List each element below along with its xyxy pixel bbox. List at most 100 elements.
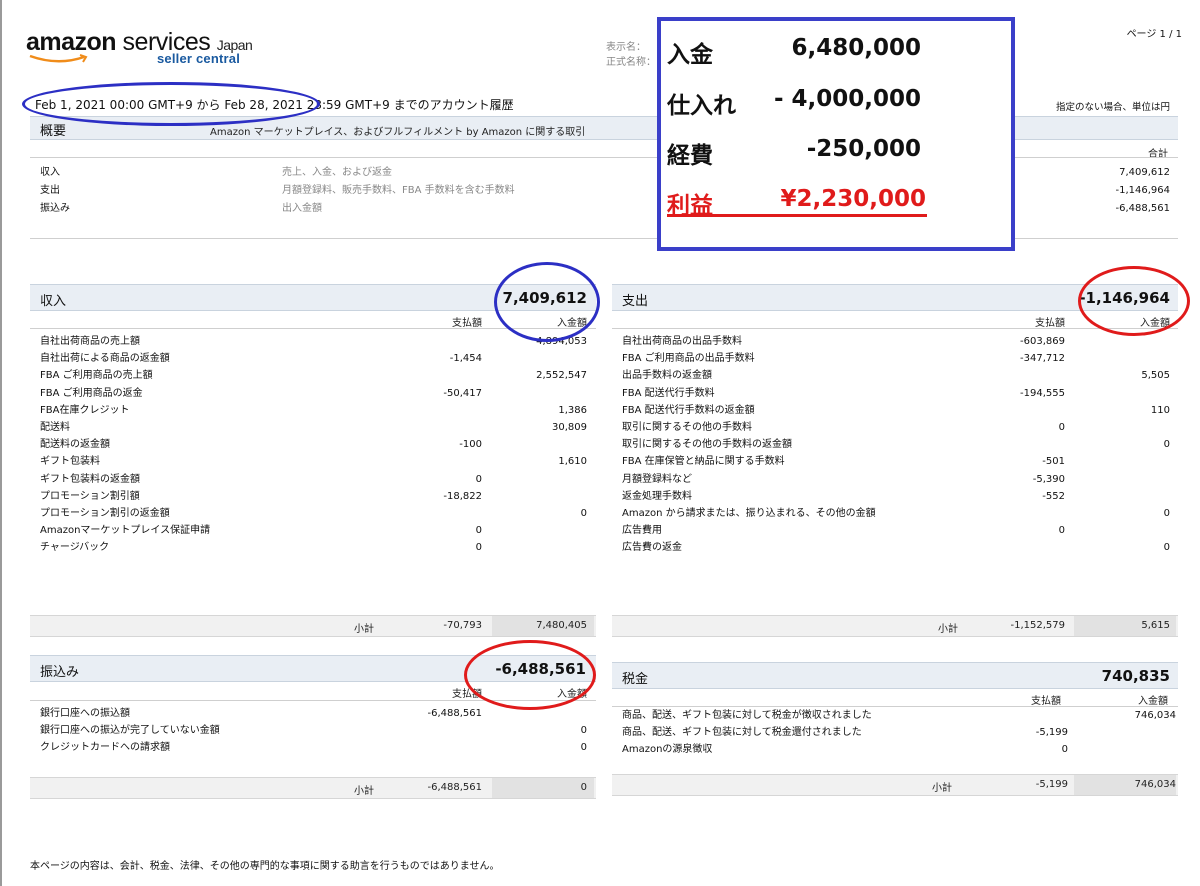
expense-row-label: 自社出荷商品の出品手数料	[622, 336, 742, 347]
income-row: Amazonマーケットプレイス保証申請 0	[40, 522, 587, 539]
expense-row-label: 取引に関するその他の手数料の返金額	[622, 439, 792, 451]
income-row-received: 30,809	[552, 422, 587, 433]
summary-deposit-value: 6,480,000	[791, 35, 922, 61]
tax-row-received: 746,034	[1134, 710, 1176, 721]
tax-row-label: 商品、配送、ギフト包装に対して税金が徴収されました	[622, 710, 872, 721]
income-row-label: ギフト包装料の返金額	[40, 473, 140, 485]
income-row-paid: -1,454	[449, 353, 482, 365]
summary-purchase-value: - 4,000,000	[773, 86, 921, 112]
expense-row-paid: 0	[1058, 422, 1065, 433]
overview-subtitle: Amazon マーケットプレイス、およびフルフィルメント by Amazon に…	[210, 127, 586, 138]
tax-row-label: Amazonの源泉徴収	[622, 744, 713, 756]
income-row-received: 1,386	[558, 404, 587, 416]
expense-row: 取引に関するその他の手数料 0	[622, 419, 1170, 436]
income-row: ギフト包装料の返金額 0	[40, 471, 587, 488]
transfer-row-label: クレジットカードへの請求額	[40, 742, 170, 754]
expense-row-label: FBA ご利用商品の出品手数料	[622, 353, 755, 365]
expense-row-label: FBA 配送代行手数料の返金額	[622, 404, 755, 416]
income-row: FBA ご利用商品の売上額 2,552,547	[40, 367, 587, 384]
income-row: 自社出荷による商品の返金額 -1,454	[40, 350, 587, 367]
income-row-paid: 0	[475, 473, 482, 485]
transfer-row: 銀行口座への振込が完了していない金額 0	[40, 722, 587, 739]
expense-row: 自社出荷商品の出品手数料 -603,869	[622, 333, 1170, 350]
income-row: チャージバック 0	[40, 539, 587, 556]
expense-row: FBA 配送代行手数料の返金額 110	[622, 402, 1170, 419]
expense-row-received: 0	[1163, 508, 1170, 519]
income-subtotal-received: 7,480,405	[536, 620, 587, 631]
expense-col-received: 入金額	[1140, 318, 1170, 329]
income-row: 配送料の返金額 -100	[40, 436, 587, 453]
income-row-paid: -50,417	[443, 387, 482, 399]
income-subtotal-paid: -70,793	[443, 620, 482, 631]
expense-subtotal-label: 小計	[938, 624, 958, 635]
expense-row: 取引に関するその他の手数料の返金額 0	[622, 436, 1170, 453]
summary-purchase-label: 仕入れ	[667, 93, 736, 119]
transfer-total: -6,488,561	[495, 660, 586, 678]
display-name-label: 表示名：	[606, 42, 646, 53]
income-col-received: 入金額	[557, 318, 587, 329]
expense-row-label: 返金処理手数料	[622, 490, 692, 502]
summary-expense-value: -250,000	[806, 136, 921, 162]
expense-row-paid: -603,869	[1020, 336, 1065, 347]
income-subtotal-label: 小計	[354, 624, 374, 635]
expense-title: 支出	[622, 294, 649, 309]
expense-row-paid: -501	[1042, 456, 1065, 468]
income-row-paid: 0	[475, 542, 482, 554]
expense-row-label: 出品手数料の返金額	[622, 370, 712, 382]
income-row: FBA ご利用商品の返金 -50,417	[40, 385, 587, 402]
tax-subtotal-received: 746,034	[1134, 779, 1176, 790]
income-row-received: 0	[580, 508, 587, 519]
income-row-paid: -100	[459, 439, 482, 451]
expense-row: 返金処理手数料 -552	[622, 488, 1170, 505]
expense-total: -1,146,964	[1079, 289, 1170, 307]
expense-row: 広告費用 0	[622, 522, 1170, 539]
transfer-subtotal-received: 0	[580, 782, 587, 793]
summary-deposit-label: 入金	[667, 42, 713, 68]
statement-page: amazon services Japan seller central 表示名…	[0, 0, 1200, 886]
summary-profit-value: ¥2,230,000	[780, 186, 926, 212]
income-row: プロモーション割引額 -18,822	[40, 488, 587, 505]
expense-subtotal-received: 5,615	[1141, 620, 1170, 631]
transfer-row-received: 0	[580, 725, 587, 737]
amazon-services-logo: amazon services Japan seller central	[26, 28, 253, 66]
income-row-received: 2,552,547	[536, 370, 587, 382]
income-row: FBA在庫クレジット 1,386	[40, 402, 587, 419]
income-row-label: 自社出荷商品の売上額	[40, 336, 140, 347]
expense-row: FBA 配送代行手数料 -194,555	[622, 385, 1170, 402]
income-title: 収入	[40, 294, 67, 309]
income-row-label: ギフト包装料	[40, 456, 100, 468]
transfer-col-received: 入金額	[557, 689, 587, 700]
income-row-label: FBA ご利用商品の返金	[40, 387, 143, 399]
statement-period: Feb 1, 2021 00:00 GMT+9 から Feb 28, 2021 …	[35, 98, 514, 112]
expense-row: 月額登録料など -5,390	[622, 471, 1170, 488]
income-row-paid: -18,822	[443, 490, 482, 502]
income-row-label: FBA ご利用商品の売上額	[40, 370, 153, 382]
expense-row: FBA ご利用商品の出品手数料 -347,712	[622, 350, 1170, 367]
tax-row-paid: -5,199	[1035, 727, 1068, 739]
income-total: 7,409,612	[502, 289, 587, 307]
expense-row-received: 0	[1163, 439, 1170, 451]
tax-subtotal-label: 小計	[932, 783, 952, 794]
expense-row: 出品手数料の返金額 5,505	[622, 367, 1170, 384]
expense-row-received: 110	[1150, 404, 1170, 416]
income-row-label: Amazonマーケットプレイス保証申請	[40, 525, 211, 537]
tax-subtotal-paid: -5,199	[1035, 779, 1068, 790]
expense-row-paid: -347,712	[1020, 353, 1065, 365]
overview-title: 概要	[40, 124, 67, 139]
page-indicator: ページ 1 / 1	[1126, 29, 1182, 40]
profit-summary-box: 入金 6,480,000 仕入れ - 4,000,000 経費 -250,000…	[657, 17, 1015, 251]
transfer-row-received: 0	[580, 742, 587, 754]
income-row-label: 配送料の返金額	[40, 439, 110, 451]
expense-row-label: 取引に関するその他の手数料	[622, 422, 752, 433]
income-row: 自社出荷商品の売上額 4,894,053	[40, 333, 587, 350]
expense-row-label: FBA 在庫保管と納品に関する手数料	[622, 456, 785, 468]
tax-subtotal	[612, 774, 1178, 796]
expense-row-label: 広告費の返金	[622, 542, 682, 554]
income-row-label: チャージバック	[40, 542, 110, 554]
income-row-received: 4,894,053	[536, 336, 587, 347]
tax-row: 商品、配送、ギフト包装に対して税金還付されました -5,199	[622, 724, 1176, 741]
transfer-row-paid: -6,488,561	[427, 708, 482, 719]
unit-note: 指定のない場合、単位は円	[1055, 102, 1170, 113]
expense-col-paid: 支払額	[1035, 318, 1065, 329]
transfer-row: 銀行口座への振込額 -6,488,561	[40, 705, 587, 722]
